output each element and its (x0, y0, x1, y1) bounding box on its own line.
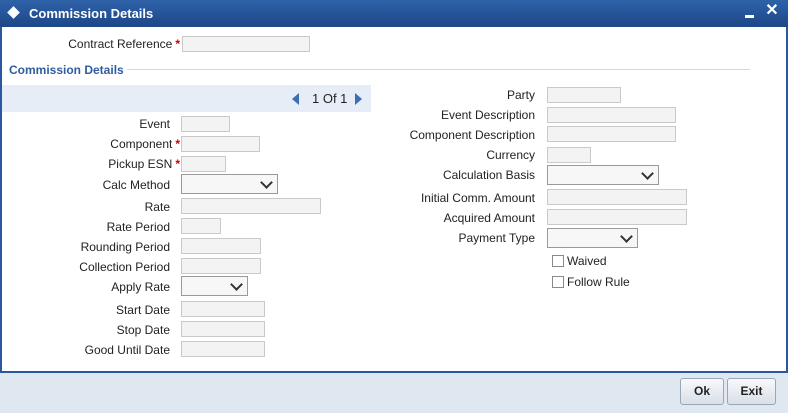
pickup-esn-label: Pickup ESN * (108, 157, 180, 171)
record-navigation-bar: 1 Of 1 (2, 85, 371, 112)
chevron-down-icon (641, 167, 654, 180)
next-record-icon[interactable] (355, 93, 362, 105)
follow-rule-label: Follow Rule (567, 275, 630, 289)
event-description-input[interactable] (547, 107, 676, 123)
party-label: Party (506, 88, 535, 102)
initial-comm-amount-input[interactable] (547, 189, 687, 205)
waived-label: Waived (567, 254, 607, 268)
component-input[interactable] (181, 136, 260, 152)
pickup-esn-input[interactable] (181, 156, 226, 172)
left-border (0, 27, 2, 371)
window-title: Commission Details (29, 6, 154, 21)
stop-date-input[interactable] (181, 321, 265, 337)
rounding-period-input[interactable] (181, 238, 261, 254)
calculation-basis-label: Calculation Basis (442, 168, 535, 182)
contract-reference-input[interactable] (182, 36, 310, 52)
initial-comm-amount-label: Initial Comm. Amount (420, 191, 535, 205)
currency-label: Currency (486, 148, 535, 162)
rate-label: Rate (144, 200, 170, 214)
calculation-basis-select[interactable] (547, 165, 659, 185)
app-diamond-icon (7, 6, 20, 19)
rate-period-input[interactable] (181, 218, 221, 234)
chevron-down-icon (260, 176, 273, 189)
apply-rate-select[interactable] (181, 276, 248, 296)
good-until-date-input[interactable] (181, 341, 265, 357)
apply-rate-label: Apply Rate (111, 280, 170, 294)
event-label: Event (139, 117, 170, 131)
previous-record-icon[interactable] (292, 93, 299, 105)
acquired-amount-label: Acquired Amount (443, 211, 535, 225)
collection-period-label: Collection Period (79, 260, 170, 274)
event-input[interactable] (181, 116, 230, 132)
ok-button[interactable]: Ok (680, 378, 724, 405)
start-date-input[interactable] (181, 301, 265, 317)
chevron-down-icon (620, 230, 633, 243)
party-input[interactable] (547, 87, 621, 103)
stop-date-label: Stop Date (116, 323, 170, 337)
section-divider (127, 69, 750, 70)
calc-method-select[interactable] (181, 174, 278, 194)
close-icon[interactable]: ✕ (764, 2, 780, 20)
good-until-date-label: Good Until Date (84, 343, 170, 357)
payment-type-label: Payment Type (458, 231, 536, 245)
exit-button[interactable]: Exit (727, 378, 776, 405)
waived-checkbox[interactable] (552, 255, 564, 267)
title-bar: Commission Details ✕ (0, 0, 788, 27)
collection-period-input[interactable] (181, 258, 261, 274)
rate-input[interactable] (181, 198, 321, 214)
minimize-icon[interactable] (742, 3, 758, 21)
event-description-label: Event Description (440, 108, 535, 122)
payment-type-select[interactable] (547, 228, 638, 248)
contract-reference-label: Contract Reference * (68, 37, 180, 51)
component-label: Component * (110, 137, 180, 151)
currency-input[interactable] (547, 147, 591, 163)
footer-bar: Ok Exit (0, 371, 788, 413)
chevron-down-icon (230, 278, 243, 291)
rounding-period-label: Rounding Period (80, 240, 170, 254)
rate-period-label: Rate Period (106, 220, 170, 234)
acquired-amount-input[interactable] (547, 209, 687, 225)
calc-method-label: Calc Method (102, 178, 170, 192)
start-date-label: Start Date (115, 303, 170, 317)
component-description-input[interactable] (547, 126, 676, 142)
record-counter: 1 Of 1 (312, 91, 348, 106)
section-title: Commission Details (9, 63, 124, 77)
follow-rule-checkbox[interactable] (552, 276, 564, 288)
component-description-label: Component Description (409, 128, 535, 142)
